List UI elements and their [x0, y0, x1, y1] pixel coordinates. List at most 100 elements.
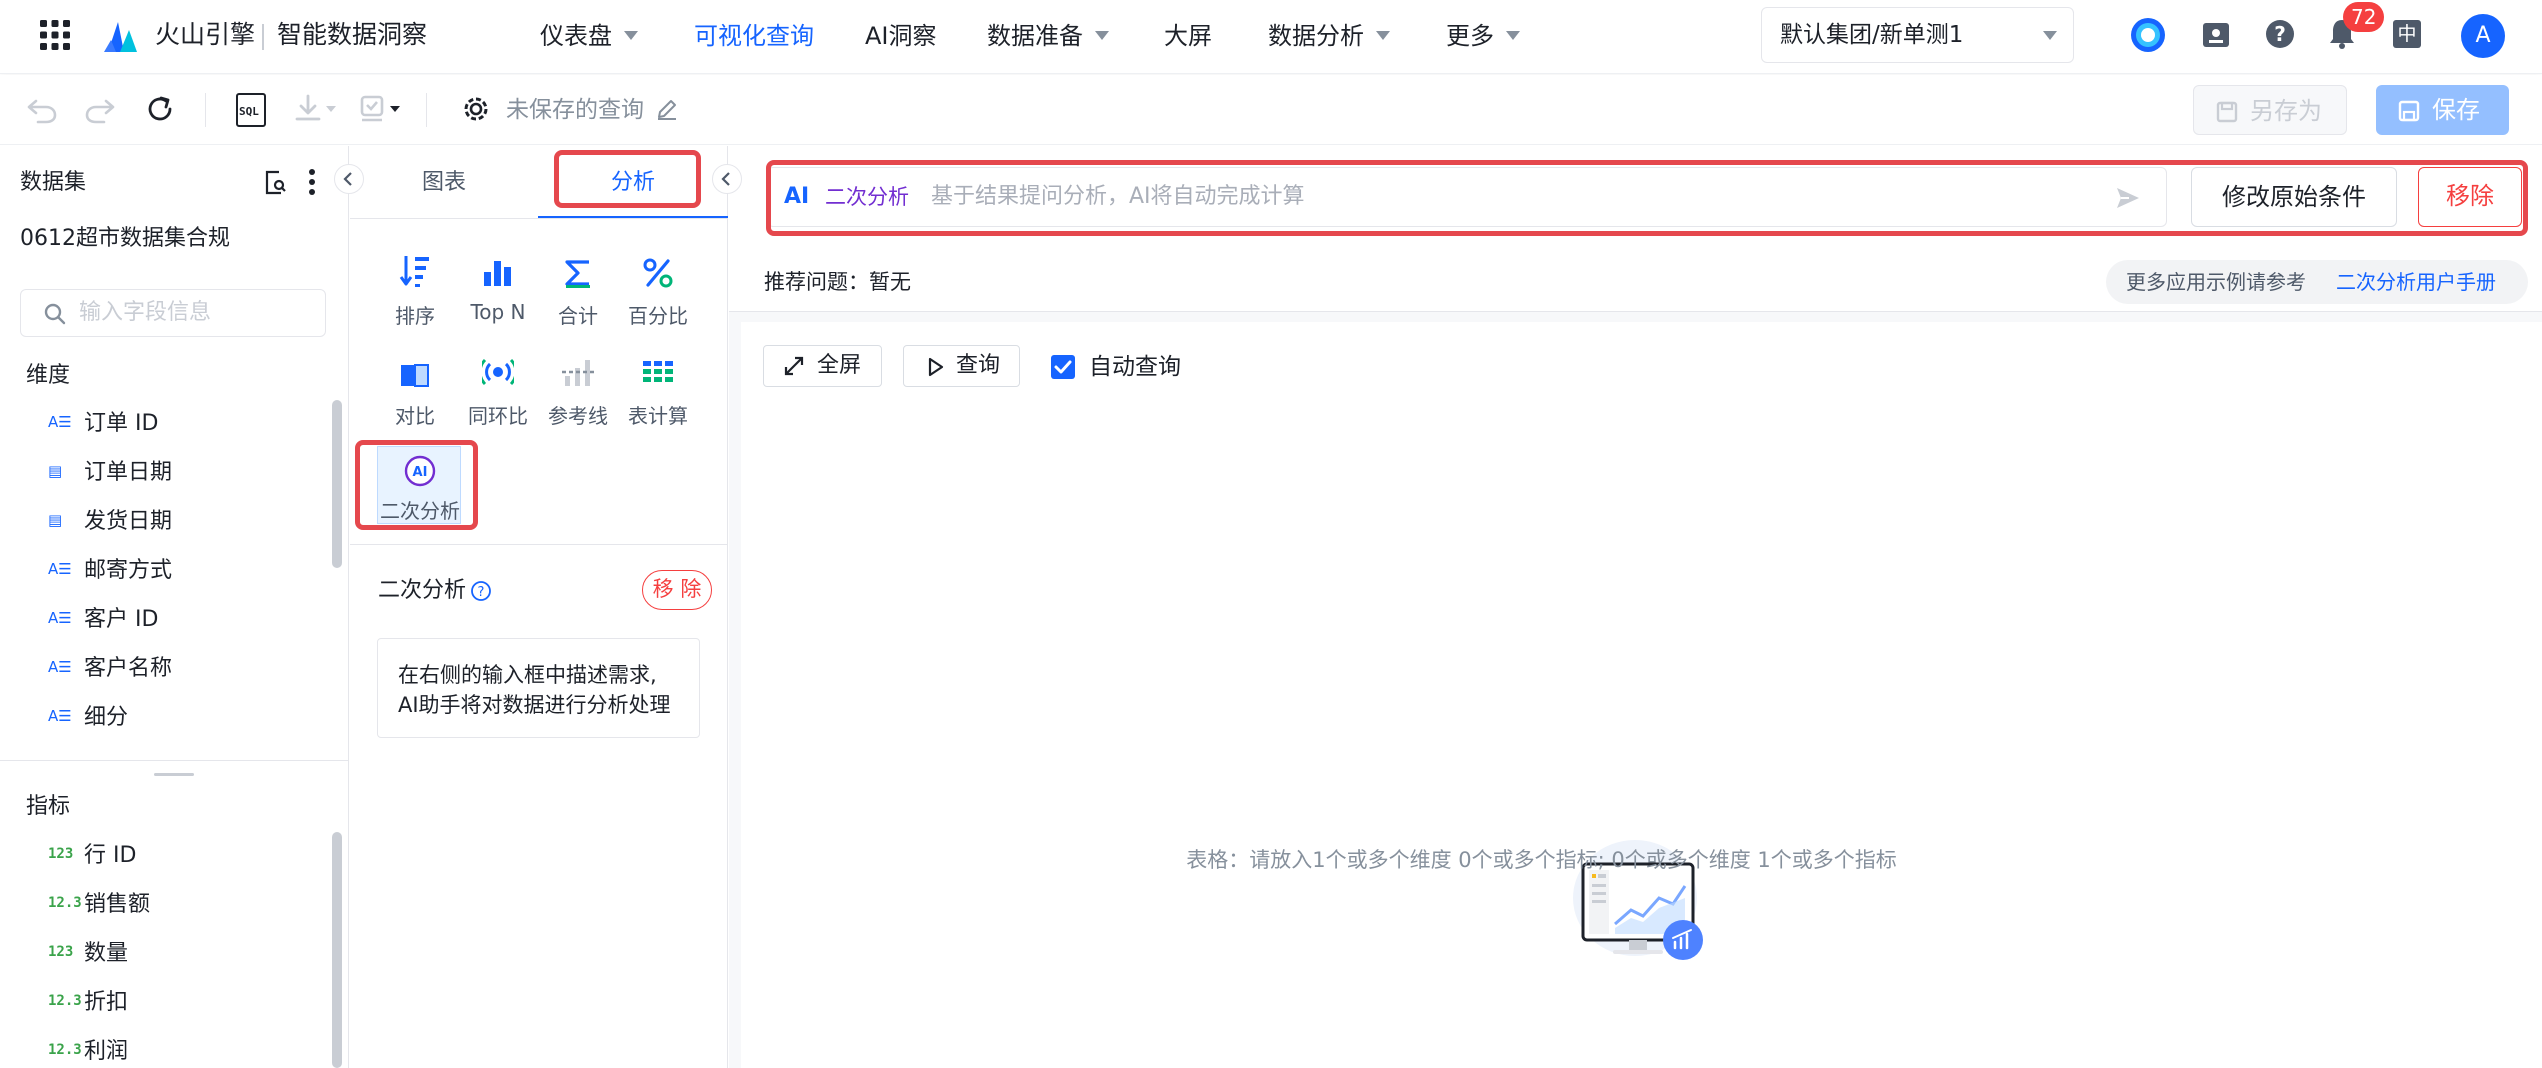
decimal-field-icon: 12.3 [48, 993, 82, 1009]
analysis-section-divider [350, 544, 728, 545]
svg-text:?: ? [2274, 22, 2286, 46]
redo-icon[interactable] [84, 95, 116, 125]
dimension-field[interactable]: ▤ 订单日期 [48, 455, 172, 491]
secondary-analysis-tool[interactable]: AI 二次分析 [377, 446, 461, 524]
measure-field[interactable]: 123 行 ID [48, 838, 136, 874]
tab-chart[interactable]: 图表 [422, 166, 466, 200]
measures-scrollbar[interactable] [332, 832, 342, 1068]
percent-tool[interactable]: 百分比 [618, 252, 698, 329]
chevron-down-icon [1376, 30, 1390, 40]
section-divider [0, 760, 349, 761]
decimal-field-icon: 12.3 [48, 895, 82, 911]
dataset-panel: 数据集 0612超市数据集合规 输入字段信息 维度 A☰ 订单 ID ▤ 订单日期 … [0, 146, 364, 1068]
measure-field[interactable]: 123 数量 [48, 936, 128, 972]
refresh-icon[interactable] [145, 94, 175, 124]
remove-analysis-button[interactable]: 移 除 [642, 570, 712, 610]
auto-query-label[interactable]: 自动查询 [1089, 350, 1181, 384]
language-switch[interactable]: 中 [2393, 20, 2421, 48]
compare-tool[interactable]: 对比 [375, 352, 455, 429]
notification-count-badge: 72 [2343, 2, 2385, 32]
chevron-down-icon [1095, 30, 1109, 40]
app-grid-icon[interactable] [40, 20, 70, 50]
recommend-label: 推荐问题： [764, 270, 869, 294]
nav-data-prep[interactable]: 数据准备 [987, 18, 1109, 54]
assistant-orb-icon[interactable] [2130, 17, 2166, 53]
collapse-dataset-button[interactable] [334, 164, 364, 194]
query-name: 未保存的查询 [506, 97, 644, 123]
send-icon[interactable] [2115, 185, 2141, 211]
help-circle-icon[interactable]: ? [470, 580, 492, 602]
undo-icon[interactable] [26, 95, 58, 125]
chart-canvas: 全屏 查询 自动查询 表格：请放入1个或多个维度 0个或多个指标; 0个或多个维… [741, 322, 2542, 1068]
settings-gear-icon[interactable] [461, 94, 491, 124]
nav-data-analysis[interactable]: 数据分析 [1268, 18, 1390, 54]
top-n-tool[interactable]: Top N [458, 252, 538, 324]
secondary-analysis-title: 二次分析 [378, 578, 467, 603]
ai-analysis-bar: AI 二次分析 基于结果提问分析，AI将自动完成计算 修改原始条件 移除 推荐问… [729, 146, 2542, 312]
export-icon[interactable] [294, 93, 340, 125]
brand-name: 火山引擎 [155, 20, 256, 49]
download-center-icon[interactable] [2201, 20, 2231, 50]
measure-field[interactable]: 12.3 折扣 [48, 985, 128, 1021]
nav-dashboard[interactable]: 仪表盘 [540, 18, 638, 54]
measure-field[interactable]: 12.3 销售额 [48, 887, 150, 923]
dimension-field[interactable]: A☰ 细分 [48, 700, 128, 736]
fullscreen-button[interactable]: 全屏 [763, 345, 882, 387]
play-icon [928, 357, 944, 377]
remove-button[interactable]: 移除 [2418, 167, 2522, 227]
table-calc-tool[interactable]: 表计算 [618, 352, 698, 429]
nav-ai-insight[interactable]: AI洞察 [865, 18, 937, 54]
ai-question-input[interactable]: AI 二次分析 基于结果提问分析，AI将自动完成计算 [767, 167, 2167, 227]
expand-icon [784, 356, 804, 376]
product-name: 智能数据洞察 [277, 20, 428, 49]
recommend-value: 暂无 [869, 270, 911, 294]
dataset-name[interactable]: 0612超市数据集合规 [20, 222, 230, 256]
run-query-button[interactable]: 查询 [903, 345, 1020, 387]
modify-conditions-button[interactable]: 修改原始条件 [2191, 167, 2397, 227]
user-manual-link[interactable]: 二次分析用户手册 [2336, 266, 2496, 298]
nav-visual-query[interactable]: 可视化查询 [694, 18, 814, 54]
dimension-field[interactable]: A☰ 客户 ID [48, 602, 158, 638]
save-button[interactable]: 保存 [2376, 85, 2509, 135]
save-as-icon [2216, 101, 2238, 123]
panel-resize-handle[interactable] [154, 773, 194, 776]
text-field-icon: A☰ [48, 658, 72, 676]
total-tool[interactable]: 合计 [538, 252, 618, 329]
dimension-field[interactable]: A☰ 客户名称 [48, 651, 172, 687]
user-avatar[interactable]: A [2461, 14, 2505, 58]
subscribe-icon[interactable] [358, 93, 404, 125]
radar-icon [458, 352, 538, 388]
sql-icon[interactable]: SQL [236, 93, 266, 127]
volcengine-logo-icon[interactable] [104, 16, 140, 54]
dimension-field[interactable]: A☰ 邮寄方式 [48, 553, 172, 589]
ai-mode-label: 二次分析 [825, 185, 909, 209]
chevron-down-icon [2043, 31, 2057, 40]
dimensions-title: 维度 [26, 363, 71, 388]
edit-name-icon[interactable] [655, 97, 679, 121]
reference-line-tool[interactable]: 参考线 [538, 352, 618, 429]
save-as-button[interactable]: 另存为 [2193, 85, 2347, 135]
dimension-field[interactable]: A☰ 订单 ID [48, 406, 158, 442]
auto-query-checkbox[interactable] [1051, 355, 1075, 379]
org-select[interactable]: 默认集团/新单测1 [1761, 7, 2074, 63]
dimension-field[interactable]: ▤ 发货日期 [48, 504, 172, 540]
text-field-icon: A☰ [48, 707, 72, 725]
more-options-icon[interactable] [308, 168, 316, 196]
help-icon[interactable]: ? [2264, 18, 2296, 50]
ai-question-placeholder: 基于结果提问分析，AI将自动完成计算 [931, 184, 1305, 209]
bar-chart-icon [458, 252, 538, 288]
yoy-mom-tool[interactable]: 同环比 [458, 352, 538, 429]
collapse-analysis-button[interactable] [712, 164, 742, 194]
query-toolbar: SQL 未保存的查询 另存为 保存 [0, 75, 2542, 145]
analysis-panel: 图表 分析 排序 Top N 合计 百分比 对比 同环比 参考线 表计算 AI … [350, 146, 742, 1068]
brand-divider [262, 24, 264, 50]
tab-analysis[interactable]: 分析 [611, 166, 655, 200]
tabs-divider [350, 218, 728, 219]
dimensions-scrollbar[interactable] [332, 400, 342, 568]
nav-more[interactable]: 更多 [1446, 18, 1520, 54]
field-search-input[interactable]: 输入字段信息 [20, 289, 326, 337]
measure-field[interactable]: 12.3 利润 [48, 1034, 128, 1068]
sort-tool[interactable]: 排序 [375, 252, 455, 329]
nav-big-screen[interactable]: 大屏 [1164, 18, 1212, 54]
switch-dataset-icon[interactable] [263, 170, 287, 196]
